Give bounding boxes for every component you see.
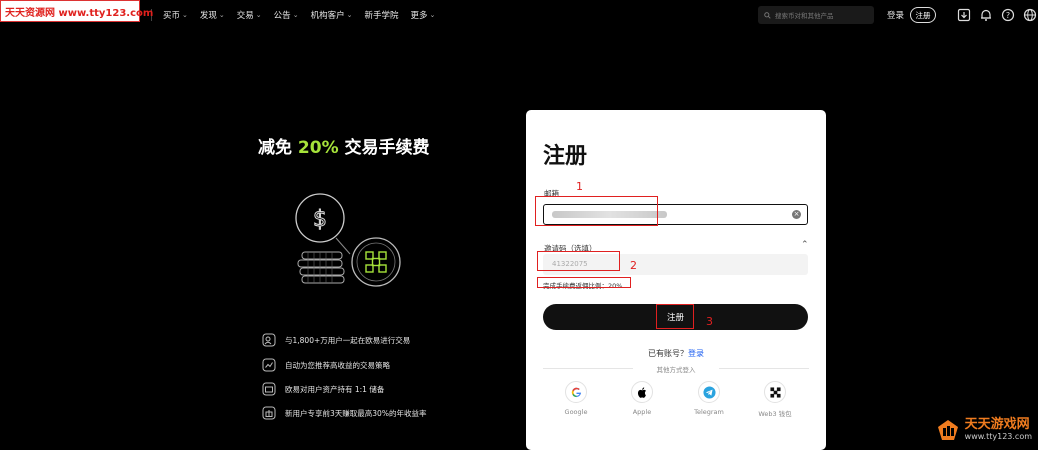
annotation-box-invite-code [537,251,620,271]
feature-item: 自动为您推荐高收益的交易策略 [262,358,390,372]
search-input[interactable]: 搜索币对和其他产品 [758,6,874,24]
have-account-text: 已有账号？登录 [648,349,704,358]
globe-icon[interactable] [1023,8,1037,22]
gift-icon [262,406,276,420]
watermark-logo-icon [937,420,958,440]
nav-item-institutional[interactable]: 机构客户 ⌄ [311,9,353,21]
social-login-google[interactable]: Google [556,381,596,416]
chevron-down-icon: ⌄ [182,11,188,19]
clear-icon[interactable]: × [792,210,801,219]
annotation-number: 2 [630,259,637,272]
social-login-telegram[interactable]: Telegram [689,381,729,416]
bell-icon[interactable] [979,8,993,22]
nav-item-discover[interactable]: 发现 ⌄ [200,9,225,21]
download-icon[interactable] [957,8,971,22]
page-title: 注册 [543,144,588,169]
nav-item-more[interactable]: 更多 ⌄ [410,9,435,21]
web3-wallet-icon [769,386,781,398]
chevron-down-icon: ⌄ [292,11,299,19]
help-icon[interactable]: ? [1001,8,1015,22]
feature-item: 与1,800+万用户一起在欧易进行交易 [262,333,410,347]
telegram-icon [702,385,716,399]
google-icon [571,387,581,397]
promo-title: 减免 20% 交易手续费 [258,138,430,158]
nav-item-announcements[interactable]: 公告 ⌄ [274,9,299,21]
chevron-down-icon: ⌄ [346,11,353,19]
chevron-down-icon: ⌄ [255,11,262,19]
top-nav: 买币 ⌄ 发现 ⌄ 交易 ⌄ 公告 ⌄ 机构客户 ⌄ 新手学院 更多 ⌄ 搜索币对和其他产品… [0,0,1038,30]
signup-button[interactable]: 注册 [910,7,936,23]
search-icon [764,11,771,19]
feature-item: 新用户专享前3天赚取最高30%的年收益率 [262,406,426,420]
login-link[interactable]: 登录 [688,349,704,358]
watermark-bottom: 天天游戏网 www.tty123.com [937,418,1032,442]
social-login-web3-wallet[interactable]: Web3 钱包 [755,381,795,418]
nav-item-buy[interactable]: 买币 ⌄ [163,9,188,21]
apple-icon [637,386,647,398]
annotation-box-email [535,196,658,226]
wallet-icon [262,382,276,396]
users-icon [262,333,276,347]
chevron-down-icon: ⌄ [218,11,225,19]
other-login-methods: 其他方式登入 [656,366,696,374]
coins-illustration: $ [295,193,401,287]
strategy-icon [262,358,276,372]
nav-menu: 买币 ⌄ 发现 ⌄ 交易 ⌄ 公告 ⌄ 机构客户 ⌄ 新手学院 更多 ⌄ [163,0,435,30]
watermark-top: 天天资源网 www.tty123.com [0,0,153,22]
search-placeholder: 搜索币对和其他产品 [775,12,834,20]
svg-text:?: ? [1006,11,1010,20]
annotation-number: 3 [706,315,713,328]
social-login-apple[interactable]: Apple [622,381,662,416]
nav-item-academy[interactable]: 新手学院 [364,9,398,21]
annotation-box-register [656,304,694,329]
chevron-up-icon[interactable]: ⌃ [801,240,809,250]
chevron-down-icon: ⌄ [429,11,436,19]
annotation-number: 1 [576,180,583,193]
annotation-box-rebate [537,277,631,288]
feature-item: 欧易对用户资产持有 1:1 储备 [262,382,384,396]
nav-item-trade[interactable]: 交易 ⌄ [237,9,262,21]
login-link[interactable]: 登录 [887,9,904,21]
svg-text:$: $ [313,207,327,232]
promo-highlight: 20% [297,138,339,158]
